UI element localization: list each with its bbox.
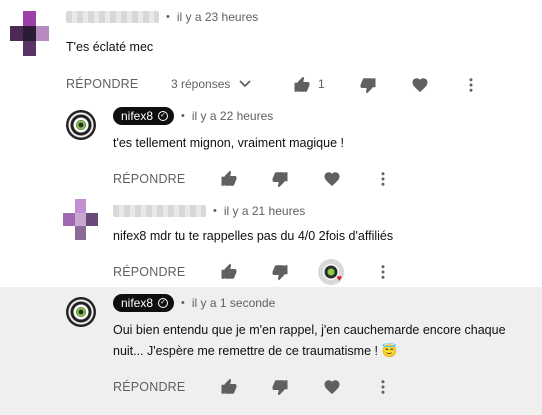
comment-text-line: nuit... J'espère me remettre de ce traum… xyxy=(113,344,398,358)
reply-button[interactable]: RÉPONDRE xyxy=(66,77,138,91)
thumb-up-icon[interactable] xyxy=(218,168,240,190)
comment-header: nifex8 ✓ • il y a 1 seconde xyxy=(113,294,275,312)
author-name: nifex8 xyxy=(121,296,154,310)
comment-actions: RÉPONDRE xyxy=(66,71,138,97)
thumb-down-icon[interactable] xyxy=(269,376,291,398)
author-name-blurred[interactable] xyxy=(113,205,206,217)
more-vert-icon[interactable] xyxy=(372,168,394,190)
creator-heart-icon[interactable]: ♥ xyxy=(318,259,344,285)
comment-text: nifex8 mdr tu te rappelles pas du 4/0 2f… xyxy=(113,229,394,243)
reply-button[interactable]: RÉPONDRE xyxy=(113,172,185,186)
comment-timestamp[interactable]: il y a 1 seconde xyxy=(192,296,275,310)
reply-button[interactable]: RÉPONDRE xyxy=(113,380,185,394)
avatar[interactable] xyxy=(63,199,98,240)
comment-timestamp[interactable]: il y a 23 heures xyxy=(177,10,258,24)
comment-header: • il y a 21 heures xyxy=(113,204,305,218)
thumb-down-icon[interactable] xyxy=(357,74,379,96)
comment-header: • il y a 23 heures xyxy=(66,10,258,24)
separator-dot: • xyxy=(166,11,170,23)
comment-actions: RÉPONDRE xyxy=(113,259,185,285)
comment-text-line: Oui bien entendu que je m'en rappel, j'e… xyxy=(113,323,506,337)
heart-icon[interactable] xyxy=(321,376,343,398)
heart-icon: ♥ xyxy=(336,273,342,283)
like-count: 1 xyxy=(318,77,325,91)
thumb-down-icon[interactable] xyxy=(269,261,291,283)
author-name-blurred[interactable] xyxy=(66,11,159,23)
author-badge[interactable]: nifex8 ✓ xyxy=(113,107,175,125)
more-vert-icon[interactable] xyxy=(460,74,482,96)
separator-dot: • xyxy=(181,110,185,122)
heart-icon[interactable] xyxy=(321,168,343,190)
comment-actions: RÉPONDRE xyxy=(113,374,185,400)
avatar[interactable] xyxy=(66,110,96,140)
comment-header: nifex8 ✓ • il y a 22 heures xyxy=(113,107,273,125)
separator-dot: • xyxy=(181,297,185,309)
avatar[interactable] xyxy=(10,11,49,56)
chevron-down-icon xyxy=(239,77,252,91)
verified-check-icon: ✓ xyxy=(158,298,169,308)
comment-text: T'es éclaté mec xyxy=(66,40,154,54)
thumb-up-icon[interactable] xyxy=(218,261,240,283)
heart-icon[interactable] xyxy=(409,74,431,96)
thumb-up-icon[interactable] xyxy=(291,74,313,96)
avatar[interactable] xyxy=(66,297,96,327)
verified-check-icon: ✓ xyxy=(158,111,169,121)
author-name: nifex8 xyxy=(121,109,154,123)
comment-timestamp[interactable]: il y a 22 heures xyxy=(192,109,273,123)
comment-actions: RÉPONDRE xyxy=(113,166,185,192)
replies-toggle[interactable]: 3 réponses xyxy=(171,77,252,91)
more-vert-icon[interactable] xyxy=(372,261,394,283)
thumb-up-icon[interactable] xyxy=(218,376,240,398)
more-vert-icon[interactable] xyxy=(372,376,394,398)
reply-button[interactable]: RÉPONDRE xyxy=(113,265,185,279)
separator-dot: • xyxy=(213,205,217,217)
author-badge[interactable]: nifex8 ✓ xyxy=(113,294,175,312)
replies-count: 3 réponses xyxy=(171,77,231,91)
comment-timestamp[interactable]: il y a 21 heures xyxy=(224,204,305,218)
thumb-down-icon[interactable] xyxy=(269,168,291,190)
comment-text: t'es tellement mignon, vraiment magique … xyxy=(113,136,344,150)
